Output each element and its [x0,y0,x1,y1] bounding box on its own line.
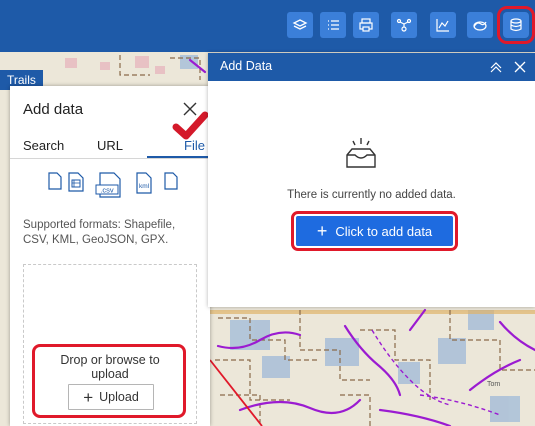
basemap-button[interactable] [467,12,493,38]
svg-text:.csv: .csv [100,186,114,195]
empty-message: There is currently no added data. [287,189,456,201]
database-icon [510,18,522,32]
layers-icon [292,19,308,30]
print-button[interactable] [353,12,379,38]
top-toolbar [0,0,535,52]
add-button-label: Click to add data [335,223,433,239]
close-icon[interactable] [512,59,528,75]
widget-title: Add Data [220,59,273,73]
collapse-icon[interactable] [488,59,504,75]
file-icon [164,172,178,190]
plus-icon: + [316,221,328,241]
empty-tray-icon [346,138,376,168]
add-data-widget: Add Data There is currently no added dat… [208,53,535,307]
dropzone-text: Drop or browse to upload [60,353,160,381]
widget-header: Add Data [208,53,535,81]
upload-label: Upload [99,390,139,404]
file-type-icons: .csv kml [48,172,188,206]
chart-button[interactable] [430,12,456,38]
click-to-add-data-button[interactable]: + Click to add data [296,216,453,246]
legend-button[interactable] [320,12,346,38]
share-icon [396,18,412,32]
upload-button[interactable]: + Upload [68,384,154,410]
print-icon [359,18,373,32]
tab-file[interactable]: File [184,138,205,158]
tab-divider [10,158,210,159]
svg-text:Tom: Tom [487,381,500,388]
svg-text:kml: kml [139,183,150,190]
basemap-icon [473,21,487,31]
panel-title: Add data [23,101,84,118]
add-data-button[interactable] [497,6,535,44]
csv-icon: .csv [95,172,121,198]
tab-url[interactable]: URL [97,138,123,158]
kml-icon: kml [136,172,152,194]
share-button[interactable] [391,12,417,38]
active-tab-indicator [147,156,210,158]
shapefile-icon [68,172,84,192]
chart-icon [436,19,449,32]
file-icon [48,172,62,190]
layers-button[interactable] [287,12,313,38]
legend-icon [328,20,339,30]
supported-formats-text: Supported formats: Shapefile, CSV, KML, … [23,219,176,246]
checkmark-icon [172,111,208,140]
tab-search[interactable]: Search [23,138,64,158]
plus-icon: + [83,387,94,407]
